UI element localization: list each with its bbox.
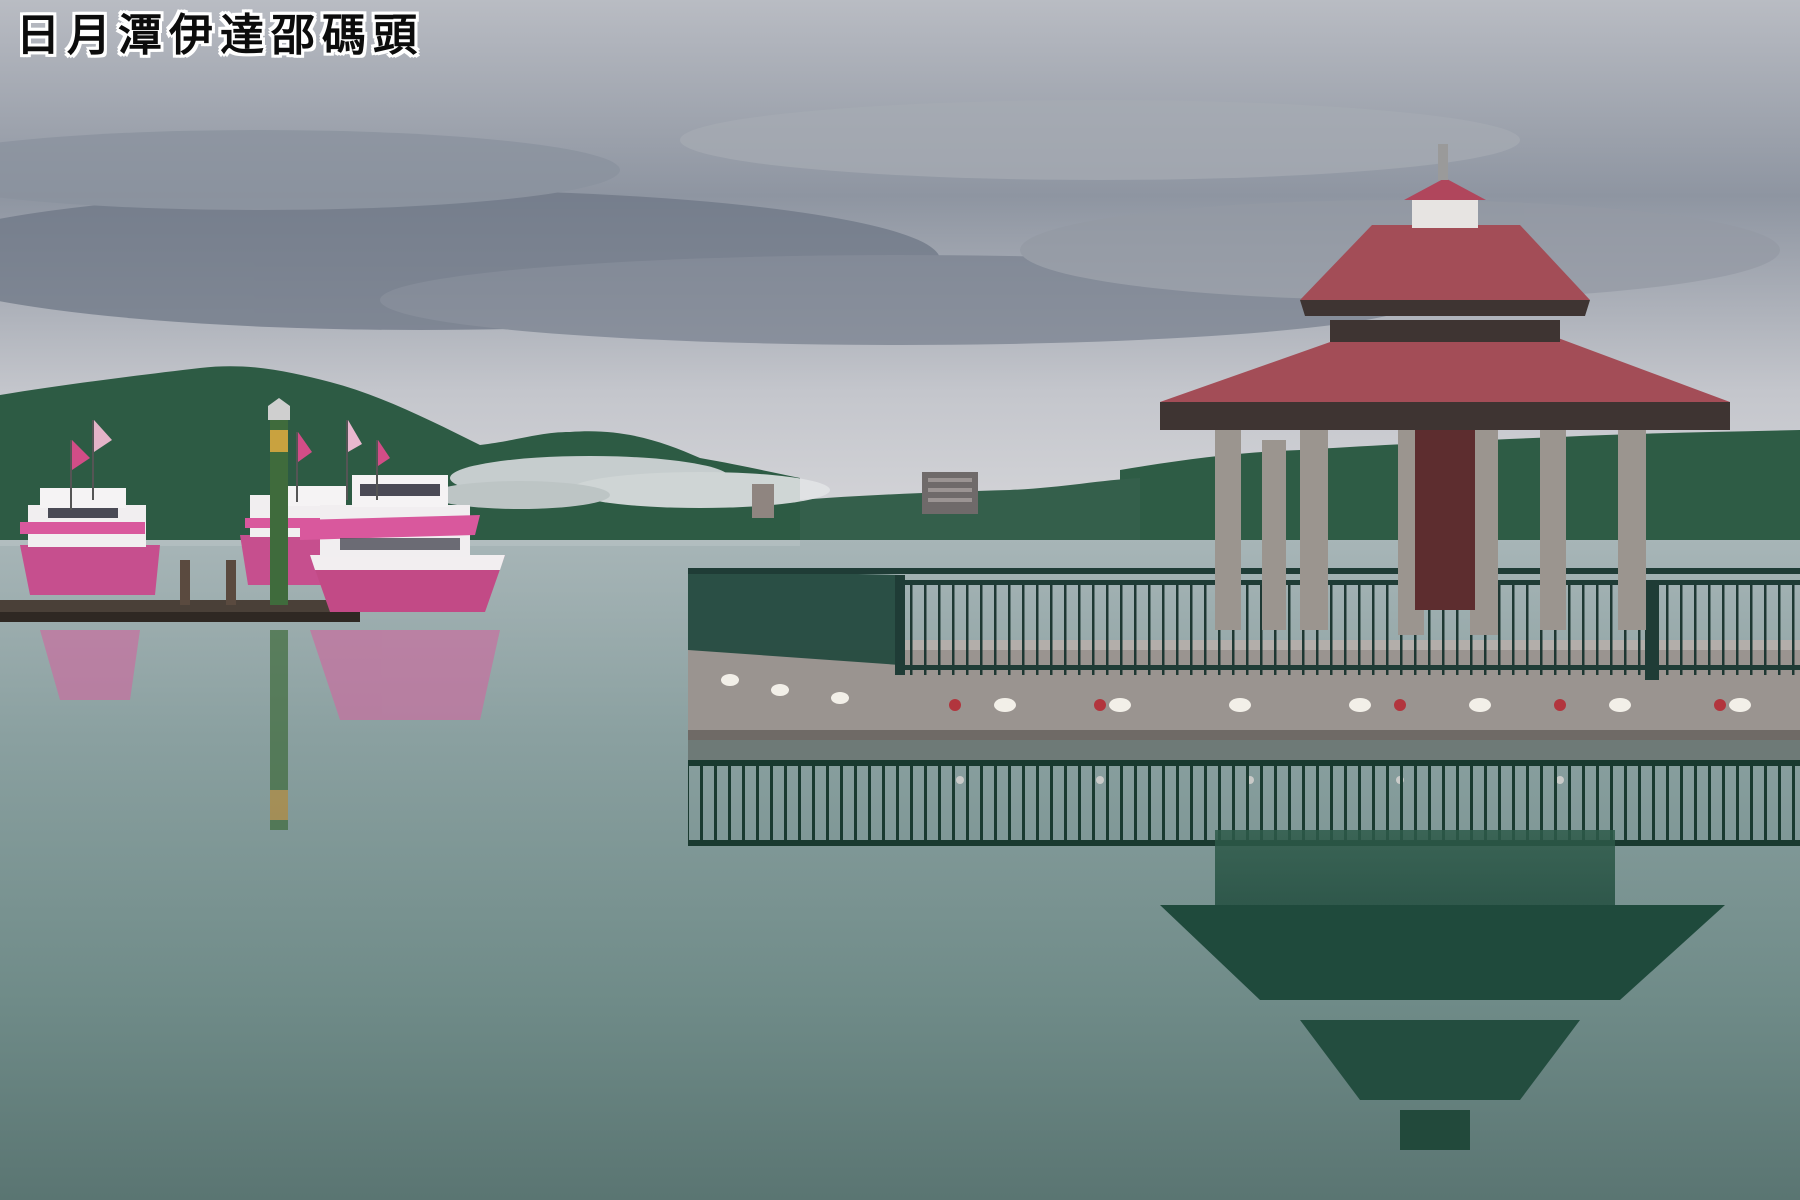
lake-scene [0, 0, 1800, 1200]
photo: 日月潭伊達邵碼頭 [0, 0, 1800, 1200]
photo-caption: 日月潭伊達邵碼頭 [16, 10, 424, 61]
marker-pole [268, 398, 290, 605]
gazebo-center-pillar [1415, 430, 1475, 610]
